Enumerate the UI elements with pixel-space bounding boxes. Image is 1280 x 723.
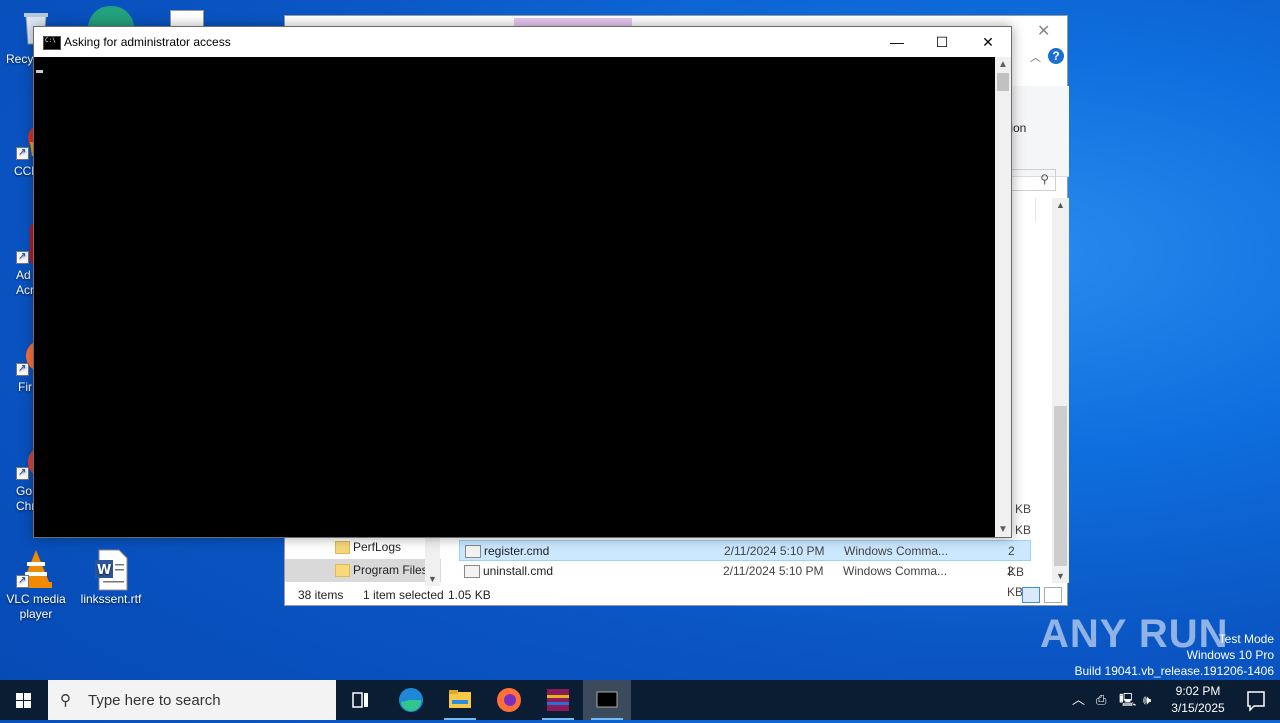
status-item-count: 38 items [298, 588, 344, 602]
file-size-partial: KB [1015, 502, 1032, 516]
cmd-title-bar[interactable]: Asking for administrator access — ☐ ✕ [34, 27, 1011, 57]
file-date: 2/11/2024 5:10 PM [723, 564, 824, 578]
status-bar: 38 items 1 item selected 1.05 KB [285, 584, 1067, 606]
file-row-uninstall-cmd[interactable]: uninstall.cmd 2/11/2024 5:10 PM Windows … [459, 561, 1031, 599]
desktop-icon-label: linkssent.rtf [80, 592, 142, 606]
file-type: Windows Comma... [844, 544, 949, 558]
maximize-button[interactable]: ☐ [919, 27, 965, 57]
notification-icon [1247, 691, 1265, 712]
taskbar: ⚲ Type here to search ︿ ⎙ 🖳 🕪 9:02 PM 3/… [0, 680, 1280, 720]
desktop-icon-vlc[interactable]: VLC media player [0, 548, 72, 622]
scroll-up-icon[interactable]: ▲ [998, 59, 1008, 70]
shortcut-arrow-icon [16, 249, 29, 264]
folder-icon [335, 541, 350, 554]
details-view-button[interactable] [1022, 587, 1040, 603]
status-selected-count: 1 item selected [363, 588, 444, 602]
winrar-icon [547, 689, 569, 711]
navigation-pane: PerfLogs Program Files ▼ [285, 536, 441, 586]
taskbar-edge-button[interactable] [387, 680, 435, 720]
file-explorer-icon [449, 690, 471, 708]
device-icon[interactable]: ⎙ [1096, 680, 1106, 720]
clock-time: 9:02 PM [1175, 684, 1221, 698]
console-scrollbar[interactable]: ▲ ▼ [995, 57, 1011, 537]
close-button[interactable]: ✕ [965, 27, 1011, 57]
nav-item-label: Program Files [353, 563, 428, 577]
nav-item-program-files[interactable]: Program Files [285, 559, 441, 582]
file-type: Windows Comma... [843, 564, 948, 578]
file-size-partial: KB [1015, 523, 1032, 537]
start-button[interactable] [0, 680, 48, 720]
desktop-icon-linkssent-rtf[interactable]: W linkssent.rtf [75, 548, 147, 607]
taskbar-winrar-button[interactable] [534, 680, 582, 720]
taskbar-file-explorer-button[interactable] [436, 680, 484, 720]
vlc-cone-icon [16, 548, 56, 588]
folder-icon [335, 564, 350, 577]
nav-item-label: PerfLogs [353, 540, 402, 554]
explorer-close-icon[interactable]: ✕ [1037, 21, 1050, 41]
console-output[interactable] [34, 57, 995, 537]
show-hidden-icons-chevron-icon[interactable]: ︿ [1072, 680, 1085, 720]
volume-icon[interactable]: 🕪 [1143, 680, 1151, 720]
scroll-down-icon[interactable]: ▼ [1056, 571, 1065, 581]
scrollbar-thumb[interactable] [997, 73, 1009, 91]
file-date: 2/11/2024 5:10 PM [724, 544, 825, 558]
cmd-file-icon [464, 565, 480, 578]
scroll-up-icon[interactable]: ▲ [1056, 200, 1065, 210]
watermark-line: Build 19041.vb_release.191206-1406 [1074, 664, 1275, 678]
search-icon: ⚲ [60, 692, 71, 709]
action-center-button[interactable] [1232, 680, 1280, 720]
shortcut-arrow-icon [16, 465, 29, 480]
network-icon[interactable]: 🖳 [1119, 680, 1136, 720]
desktop-icon-label: VLC media player [6, 592, 66, 621]
search-icon: ⚲ [1040, 172, 1049, 186]
window-title: Asking for administrator access [64, 35, 231, 49]
file-name: uninstall.cmd [483, 564, 554, 578]
task-view-button[interactable] [336, 680, 384, 720]
cmd-file-icon [465, 545, 481, 558]
shortcut-arrow-icon [16, 145, 29, 160]
status-selected-size: 1.05 KB [448, 588, 491, 602]
file-row-register-cmd[interactable]: register.cmd 2/11/2024 5:10 PM Windows C… [459, 540, 1031, 579]
shortcut-arrow-icon [16, 573, 29, 588]
console-icon [43, 36, 61, 50]
word-document-icon: W [91, 548, 131, 591]
test-mode-watermark: Test Mode Windows 10 Pro Build 19041.vb_… [1075, 631, 1275, 679]
help-icon[interactable]: ? [1048, 48, 1064, 64]
file-list-scrollbar[interactable]: ▲ ▼ [1052, 198, 1069, 583]
scroll-down-icon[interactable]: ▼ [428, 574, 437, 584]
firefox-icon [497, 688, 521, 712]
taskbar-cmd-button[interactable] [583, 680, 631, 720]
search-box[interactable]: ⚲ [1011, 169, 1056, 191]
taskbar-clock[interactable]: 9:02 PM 3/15/2025 [1160, 683, 1236, 717]
search-placeholder: Type here to search [88, 692, 221, 709]
scrollbar-thumb[interactable] [1054, 406, 1067, 566]
watermark-line: Windows 10 Pro [1186, 648, 1274, 662]
nav-pane-scrollbar[interactable]: ▼ [425, 536, 440, 586]
large-icons-view-button[interactable] [1044, 587, 1062, 603]
column-divider [1035, 198, 1036, 222]
watermark-line: Test Mode [1218, 632, 1274, 646]
shortcut-arrow-icon [16, 361, 29, 376]
file-name: register.cmd [484, 544, 550, 558]
text-cursor [36, 70, 43, 73]
nav-item-perflogs[interactable]: PerfLogs [285, 536, 441, 559]
ribbon-collapse-icon[interactable]: ︿ [1030, 49, 1041, 65]
scroll-down-icon[interactable]: ▼ [998, 524, 1008, 535]
console-icon [596, 691, 618, 708]
task-view-icon [352, 692, 368, 708]
edge-icon [399, 688, 423, 712]
svg-text:W: W [97, 563, 111, 578]
minimize-button[interactable]: — [874, 27, 920, 57]
edge-desktop-icon-partial [88, 6, 134, 28]
taskbar-search-box[interactable]: ⚲ Type here to search [48, 680, 336, 720]
cmd-window[interactable]: Asking for administrator access — ☐ ✕ ▲ … [33, 26, 1012, 538]
taskbar-firefox-button[interactable] [485, 680, 533, 720]
windows-logo-icon [16, 693, 32, 708]
clock-date: 3/15/2025 [1171, 701, 1225, 715]
